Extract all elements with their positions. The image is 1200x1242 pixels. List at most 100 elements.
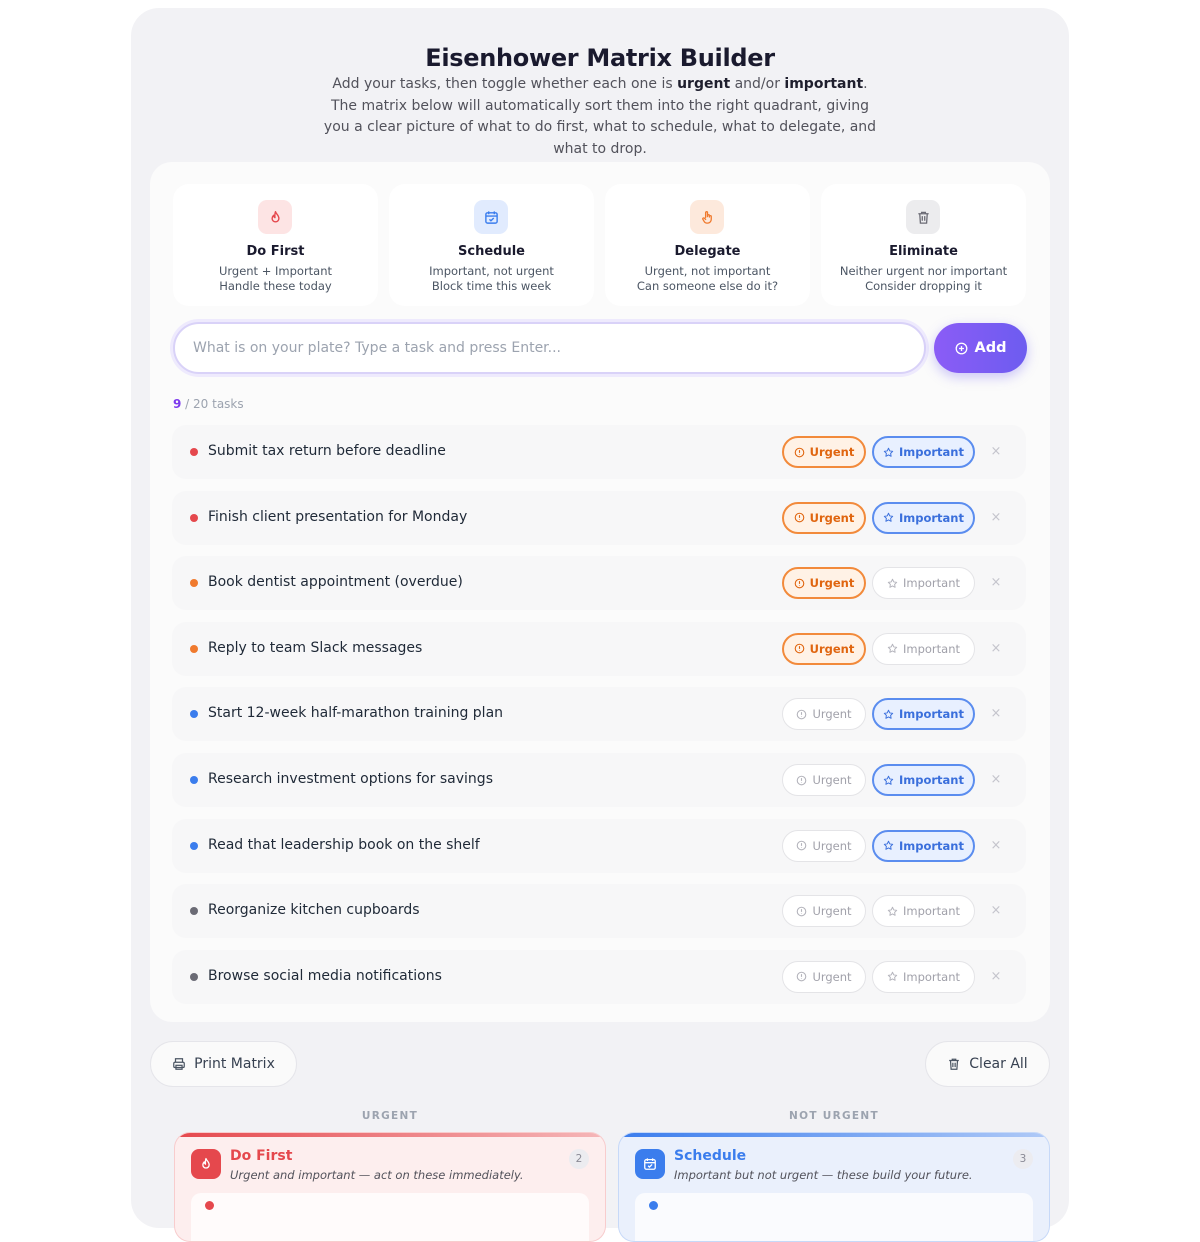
remove-task-icon[interactable]: × <box>989 641 1003 656</box>
legend-hint: Can someone else do it? <box>636 279 779 293</box>
urgent-toggle-label: Urgent <box>809 510 855 525</box>
urgent-toggle[interactable]: Urgent <box>782 632 866 665</box>
legend-criteria: Urgent + Important <box>218 264 333 278</box>
alert-circle-icon <box>797 840 807 851</box>
quadrant-task-item <box>191 1193 589 1241</box>
printer-icon <box>173 1058 185 1070</box>
quadrant-count-badge: 3 <box>1013 1149 1033 1169</box>
remove-task-icon[interactable]: × <box>989 445 1003 459</box>
task-row: Start 12-week half-marathon training pla… <box>172 687 1026 742</box>
remove-task-icon[interactable]: × <box>989 510 1003 525</box>
task-name: Reorganize kitchen cupboards <box>208 902 420 919</box>
urgent-toggle[interactable]: Urgent <box>782 829 866 862</box>
task-builder-card: Do First Urgent + Important Handle these… <box>150 162 1050 1022</box>
star-icon <box>887 906 898 916</box>
urgent-toggle[interactable]: Urgent <box>782 501 866 534</box>
print-matrix-label: Print Matrix <box>194 1056 275 1072</box>
alert-circle-icon <box>794 447 804 457</box>
quadrant-name: Do First <box>230 1148 293 1164</box>
urgent-toggle[interactable]: Urgent <box>782 436 866 468</box>
print-matrix-button[interactable]: Print Matrix <box>150 1041 297 1087</box>
task-row: Submit tax return before deadline Urgent… <box>172 425 1026 479</box>
quadrant-dot <box>190 579 198 588</box>
add-task-button[interactable]: Add <box>934 323 1027 373</box>
important-toggle[interactable]: Important <box>872 632 975 665</box>
page-title: Eisenhower Matrix Builder <box>425 44 775 72</box>
remove-task-icon[interactable]: × <box>989 576 1003 590</box>
app-shell: Eisenhower Matrix Builder Add your tasks… <box>131 8 1069 1242</box>
legend-hint: Block time this week <box>431 279 552 293</box>
calendar-icon <box>474 200 508 234</box>
important-toggle[interactable]: Important <box>872 436 975 468</box>
remove-task-icon[interactable]: × <box>989 969 1003 984</box>
important-toggle[interactable]: Important <box>872 501 975 534</box>
urgent-toggle[interactable]: Urgent <box>782 764 866 796</box>
quadrant-dot <box>190 513 198 522</box>
remove-task-icon[interactable]: × <box>989 904 1003 918</box>
quadrant-description: Urgent and important — act on these imme… <box>230 1168 524 1182</box>
task-row: Read that leadership book on the shelf U… <box>172 818 1026 873</box>
quadrant-dot <box>190 907 198 916</box>
calendar-icon <box>635 1149 665 1179</box>
quadrant-task-item <box>635 1193 1033 1241</box>
urgent-toggle[interactable]: Urgent <box>782 567 866 600</box>
task-row: Research investment options for savings … <box>172 753 1026 807</box>
task-name: Research investment options for savings <box>208 771 493 787</box>
star-icon <box>887 972 898 982</box>
task-row: Finish client presentation for Monday Ur… <box>172 490 1026 545</box>
task-input-wrapper <box>173 322 926 374</box>
alert-circle-icon <box>797 906 807 916</box>
legend-name: Eliminate <box>889 244 958 259</box>
quadrant-dot <box>190 841 198 850</box>
task-row: Reply to team Slack messages Urgent Impo… <box>172 621 1026 676</box>
important-toggle[interactable]: Important <box>872 567 975 600</box>
alert-circle-icon <box>797 709 807 720</box>
important-toggle-label: Important <box>898 707 964 722</box>
important-toggle-label: Important <box>902 904 960 919</box>
important-toggle[interactable]: Important <box>872 895 975 928</box>
important-toggle-label: Important <box>898 510 964 525</box>
quadrant-dot <box>190 972 198 981</box>
alert-circle-icon <box>797 971 807 982</box>
remove-task-icon[interactable]: × <box>989 707 1003 721</box>
legend-hint: Handle these today <box>219 279 332 293</box>
quadrant-count-badge: 2 <box>569 1149 589 1169</box>
quadrant-accent-bar <box>619 1133 1049 1137</box>
task-name: Finish client presentation for Monday <box>208 508 468 525</box>
urgent-toggle[interactable]: Urgent <box>782 960 866 993</box>
trash-icon <box>906 200 940 234</box>
legend-card-eliminate: Eliminate Neither urgent nor important C… <box>821 184 1026 306</box>
task-input[interactable] <box>175 324 924 372</box>
add-task-label: Add <box>974 340 1007 356</box>
legend-name: Schedule <box>458 244 525 259</box>
remove-task-icon[interactable]: × <box>989 838 1003 853</box>
quadrant-do-first: Do First Urgent and important — act on t… <box>174 1132 606 1242</box>
important-toggle[interactable]: Important <box>872 764 975 796</box>
flame-icon <box>258 200 292 234</box>
quadrant-name: Schedule <box>674 1148 747 1164</box>
alert-circle-icon <box>797 775 807 785</box>
urgent-toggle-label: Urgent <box>809 445 855 459</box>
urgent-toggle[interactable]: Urgent <box>782 895 866 928</box>
legend-hint: Consider dropping it <box>865 279 982 293</box>
important-toggle[interactable]: Important <box>872 698 975 731</box>
legend-criteria: Important, not urgent <box>429 264 554 278</box>
urgent-toggle[interactable]: Urgent <box>782 698 866 731</box>
remove-task-icon[interactable]: × <box>989 773 1003 787</box>
urgent-toggle-label: Urgent <box>809 641 855 656</box>
task-name: Read that leadership book on the shelf <box>208 836 480 853</box>
trash-icon <box>949 1058 960 1070</box>
urgent-toggle-label: Urgent <box>812 904 852 919</box>
legend-criteria: Urgent, not important <box>644 264 771 278</box>
important-toggle-label: Important <box>898 773 964 787</box>
alert-circle-icon <box>794 512 804 523</box>
legend-criteria: Neither urgent nor important <box>839 264 1008 278</box>
important-toggle-label: Important <box>898 838 964 853</box>
important-toggle[interactable]: Important <box>872 829 975 862</box>
urgent-toggle-label: Urgent <box>809 576 855 591</box>
legend-name: Delegate <box>674 244 741 259</box>
clear-all-button[interactable]: Clear All <box>925 1041 1050 1087</box>
important-toggle[interactable]: Important <box>872 960 975 993</box>
alert-circle-icon <box>794 578 804 588</box>
flame-icon <box>191 1149 221 1179</box>
